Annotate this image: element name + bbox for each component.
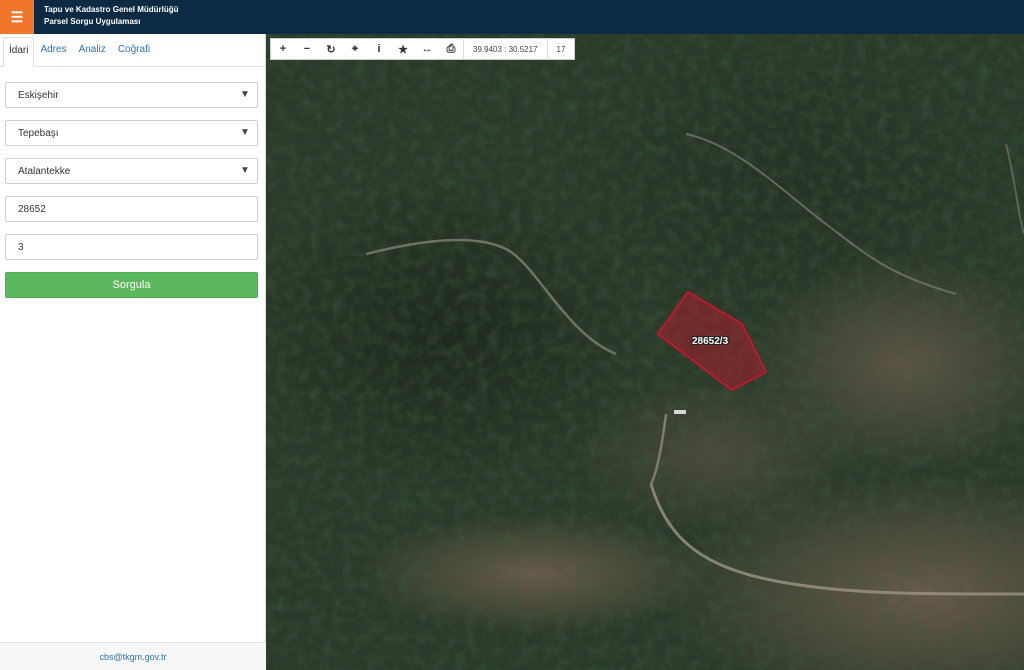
zoom-level: 17 bbox=[546, 38, 575, 60]
block-input[interactable]: 28652 bbox=[5, 196, 258, 222]
neighborhood-value: Atalantekke bbox=[18, 165, 71, 177]
footer-email-link[interactable]: cbs@tkgm.gov.tr bbox=[0, 642, 266, 670]
coordinate-readout: 39.9403 : 30.5217 bbox=[463, 38, 547, 60]
chevron-down-icon: ▼ bbox=[240, 89, 250, 100]
menu-icon[interactable]: ☰ bbox=[0, 0, 34, 34]
neighborhood-select[interactable]: Atalantekke ▼ bbox=[5, 158, 258, 184]
info-icon[interactable]: i bbox=[367, 38, 391, 60]
tab-cografi[interactable]: Coğrafi bbox=[112, 37, 156, 67]
print-icon[interactable]: ⎙ bbox=[439, 38, 463, 60]
sidebar: İdari Adres Analiz Coğrafi Eskişehir ▼ T… bbox=[0, 34, 266, 670]
app-title-line2: Parsel Sorgu Uygulaması bbox=[44, 17, 141, 26]
district-value: Tepebaşı bbox=[18, 127, 59, 139]
parcel-input[interactable]: 3 bbox=[5, 234, 258, 260]
zoom-in-icon[interactable]: + bbox=[271, 38, 295, 60]
parcel-overlay bbox=[656, 290, 768, 392]
tab-adres[interactable]: Adres bbox=[34, 37, 72, 67]
map-view[interactable]: 28652/3 + − ↻ ⌖ i ★ ↔ ⎙ 39.9403 : 30.521… bbox=[266, 34, 1024, 670]
zoom-out-icon[interactable]: − bbox=[295, 38, 319, 60]
tab-bar: İdari Adres Analiz Coğrafi bbox=[0, 34, 265, 67]
parcel-label: 28652/3 bbox=[692, 336, 729, 347]
app-title: Tapu ve Kadastro Genel Müdürlüğü Parsel … bbox=[44, 4, 179, 28]
app-title-line1: Tapu ve Kadastro Genel Müdürlüğü bbox=[44, 5, 179, 14]
tab-idari[interactable]: İdari bbox=[3, 37, 35, 67]
tab-analiz[interactable]: Analiz bbox=[73, 37, 112, 67]
parcel-value: 3 bbox=[18, 241, 24, 253]
refresh-icon[interactable]: ↻ bbox=[319, 38, 343, 60]
measure-icon[interactable]: ↔ bbox=[415, 38, 439, 60]
province-value: Eskişehir bbox=[18, 89, 59, 101]
query-form: Eskişehir ▼ Tepebaşı ▼ Atalantekke ▼ 286… bbox=[0, 67, 265, 298]
query-button[interactable]: Sorgula bbox=[5, 272, 258, 298]
chevron-down-icon: ▼ bbox=[240, 127, 250, 138]
chevron-down-icon: ▼ bbox=[240, 165, 250, 176]
map-toolbar: + − ↻ ⌖ i ★ ↔ ⎙ 39.9403 : 30.5217 17 bbox=[270, 38, 576, 60]
province-select[interactable]: Eskişehir ▼ bbox=[5, 82, 258, 108]
app-header: ☰ Tapu ve Kadastro Genel Müdürlüğü Parse… bbox=[0, 0, 1024, 34]
district-select[interactable]: Tepebaşı ▼ bbox=[5, 120, 258, 146]
star-icon[interactable]: ★ bbox=[391, 38, 415, 60]
locate-icon[interactable]: ⌖ bbox=[343, 38, 367, 60]
block-value: 28652 bbox=[18, 203, 46, 215]
